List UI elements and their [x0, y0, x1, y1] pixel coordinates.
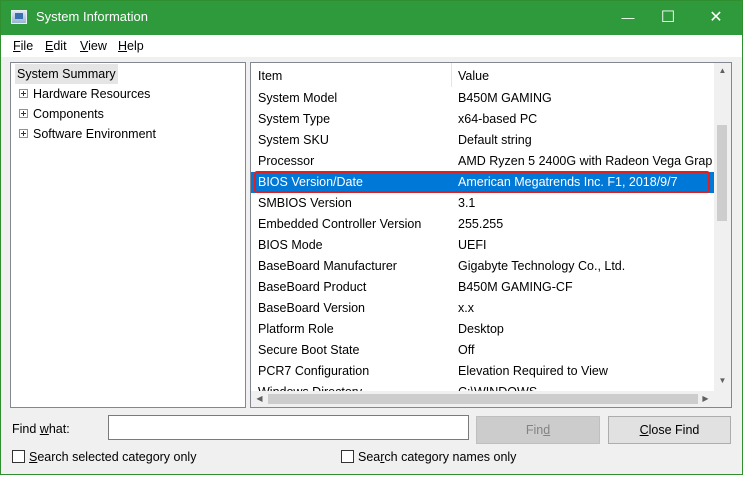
- vertical-scroll-thumb[interactable]: [717, 125, 727, 221]
- system-information-window: System Information — ☐ ✕ File Edit View …: [0, 0, 743, 475]
- table-row[interactable]: BaseBoard Version x.x: [251, 298, 714, 319]
- item-cell: Platform Role: [258, 322, 334, 336]
- table-row[interactable]: System SKU Default string: [251, 130, 714, 151]
- item-cell: BaseBoard Product: [258, 280, 367, 294]
- value-cell: C:\WINDOWS: [458, 382, 537, 391]
- item-cell: Embedded Controller Version: [258, 217, 422, 231]
- expand-icon[interactable]: [19, 89, 28, 99]
- system-info-app-icon: [11, 10, 27, 24]
- checkbox-box[interactable]: [341, 450, 354, 464]
- table-row[interactable]: System Type x64-based PC: [251, 109, 714, 130]
- menu-help[interactable]: Help: [118, 39, 144, 53]
- list-body: System Model B450M GAMING System Type x64-…: [251, 88, 714, 391]
- menu-edit[interactable]: Edit: [45, 39, 67, 53]
- column-header-item[interactable]: Item: [258, 63, 282, 87]
- value-cell: B450M GAMING: [458, 91, 552, 105]
- value-cell: UEFI: [458, 238, 487, 252]
- table-row[interactable]: Secure Boot State Off: [251, 340, 714, 361]
- checkbox-box[interactable]: [12, 450, 25, 464]
- window-title: System Information: [36, 9, 148, 24]
- value-cell: AMD Ryzen 5 2400G with Radeon Vega Grap: [458, 154, 713, 168]
- scroll-up-arrow-icon[interactable]: ▲: [714, 66, 731, 75]
- table-row[interactable]: BaseBoard Manufacturer Gigabyte Technolog…: [251, 256, 714, 277]
- value-cell: x.x: [458, 301, 474, 315]
- tree-item-software-environment[interactable]: Software Environment: [15, 124, 156, 144]
- value-cell: x64-based PC: [458, 112, 538, 126]
- table-row[interactable]: BIOS Mode UEFI: [251, 235, 714, 256]
- column-divider[interactable]: [451, 63, 452, 87]
- value-cell: 255.255: [458, 217, 504, 231]
- close-button[interactable]: ✕: [693, 1, 739, 35]
- category-tree[interactable]: System Summary Hardware Resources Compon…: [10, 62, 246, 408]
- find-what-input[interactable]: [108, 415, 469, 440]
- item-cell: BaseBoard Manufacturer: [258, 259, 397, 273]
- table-row[interactable]: BaseBoard Product B450M GAMING-CF: [251, 277, 714, 298]
- item-cell: System Model: [258, 91, 338, 105]
- find-button[interactable]: Find: [476, 416, 600, 444]
- tree-item-components[interactable]: Components: [15, 104, 104, 124]
- table-row[interactable]: Platform Role Desktop: [251, 319, 714, 340]
- tree-item-hardware-resources[interactable]: Hardware Resources: [15, 84, 150, 104]
- maximize-button[interactable]: ☐: [645, 1, 691, 35]
- item-cell: BaseBoard Version: [258, 301, 366, 315]
- item-cell: SMBIOS Version: [258, 196, 352, 210]
- value-cell: B450M GAMING-CF: [458, 280, 573, 294]
- value-cell: 3.1: [458, 196, 476, 210]
- value-cell: Elevation Required to View: [458, 364, 608, 378]
- close-find-button[interactable]: Close Find: [608, 416, 731, 444]
- value-cell: Off: [458, 343, 475, 357]
- table-row[interactable]: Embedded Controller Version 255.255: [251, 214, 714, 235]
- scroll-down-arrow-icon[interactable]: ▼: [714, 376, 731, 385]
- table-row[interactable]: SMBIOS Version 3.1: [251, 193, 714, 214]
- value-cell: Gigabyte Technology Co., Ltd.: [458, 259, 626, 273]
- expand-icon[interactable]: [19, 109, 28, 119]
- search-category-names-checkbox[interactable]: Search category names only: [341, 449, 516, 465]
- vertical-scrollbar[interactable]: ▲ ▼: [714, 63, 731, 391]
- value-cell: Desktop: [458, 322, 504, 336]
- table-row[interactable]: Processor AMD Ryzen 5 2400G with Radeon V…: [251, 151, 714, 172]
- column-header-value[interactable]: Value: [458, 63, 489, 87]
- item-cell: Processor: [258, 154, 315, 168]
- item-cell: System SKU: [258, 133, 329, 147]
- menu-bar: File Edit View Help: [1, 35, 742, 57]
- item-cell: PCR7 Configuration: [258, 364, 370, 378]
- value-cell: Default string: [458, 133, 532, 147]
- details-list[interactable]: Item Value System Model B450M GAMING Syst…: [250, 62, 732, 408]
- scrollbar-corner: [714, 391, 731, 407]
- scroll-right-arrow-icon[interactable]: ▶: [697, 394, 714, 403]
- menu-view[interactable]: View: [80, 39, 107, 53]
- horizontal-scroll-thumb[interactable]: [268, 394, 698, 404]
- horizontal-scrollbar[interactable]: ◀ ▶: [251, 391, 714, 407]
- item-cell: Windows Directory: [258, 382, 362, 391]
- search-selected-category-checkbox[interactable]: Search selected category only: [12, 449, 196, 465]
- find-what-label: Find what:: [12, 422, 70, 436]
- expand-icon[interactable]: [19, 129, 28, 139]
- tree-item-system-summary[interactable]: System Summary: [15, 64, 118, 84]
- annotation-highlight-box: [254, 171, 710, 193]
- item-cell: BIOS Mode: [258, 238, 323, 252]
- scroll-left-arrow-icon[interactable]: ◀: [251, 394, 268, 403]
- menu-file[interactable]: File: [13, 39, 33, 53]
- item-cell: Secure Boot State: [258, 343, 360, 357]
- item-cell: System Type: [258, 112, 331, 126]
- title-bar[interactable]: System Information — ☐ ✕: [1, 1, 742, 35]
- table-row[interactable]: System Model B450M GAMING: [251, 88, 714, 109]
- table-row[interactable]: PCR7 Configuration Elevation Required to …: [251, 361, 714, 382]
- table-row[interactable]: Windows Directory C:\WINDOWS: [251, 382, 714, 391]
- list-header: Item Value: [251, 63, 714, 87]
